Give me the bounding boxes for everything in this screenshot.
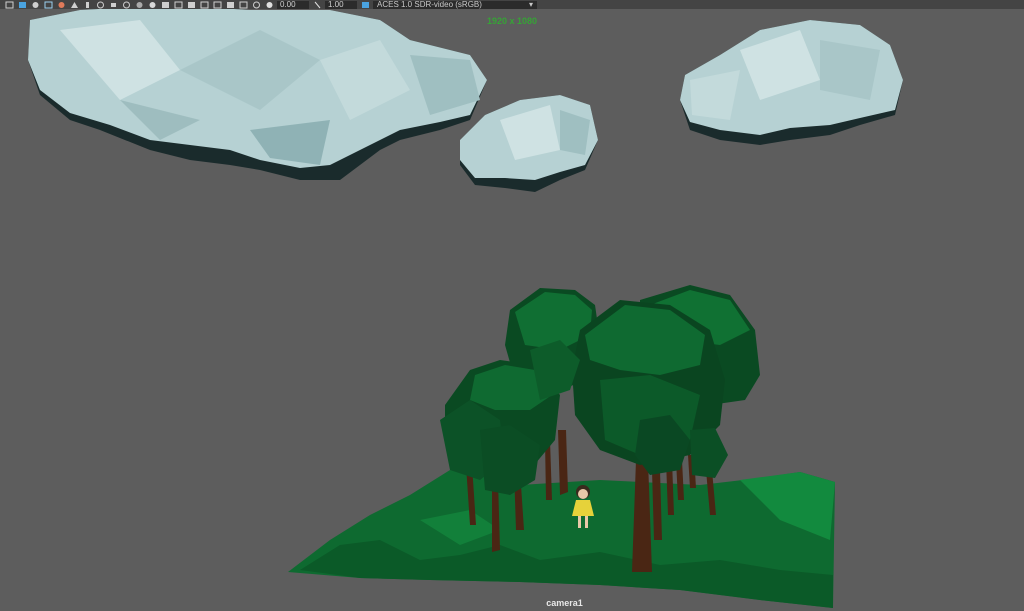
wireframe-icon[interactable] xyxy=(121,0,132,9)
cloud-large-left xyxy=(28,5,487,180)
gamma-icon xyxy=(312,0,323,9)
safe-action-icon[interactable] xyxy=(95,0,106,9)
camera-name-label: camera1 xyxy=(546,598,583,608)
aa-icon[interactable] xyxy=(238,0,249,9)
field-chart-icon[interactable] xyxy=(82,0,93,9)
shadows-icon[interactable] xyxy=(160,0,171,9)
exposure-field[interactable]: 0.00 xyxy=(277,0,309,9)
gamma-field[interactable]: 1.00 xyxy=(325,0,357,9)
cloud-small-middle xyxy=(460,95,598,192)
camera-attributes-icon[interactable] xyxy=(4,0,15,9)
colorspace-label: ACES 1.0 SDR-video (sRGB) xyxy=(377,0,482,9)
dof-icon[interactable] xyxy=(251,0,262,9)
xray-icon[interactable] xyxy=(199,0,210,9)
resolution-gate-label: 1920 x 1080 xyxy=(486,16,538,26)
exposure-icon xyxy=(264,0,275,9)
resolution-gate-icon[interactable] xyxy=(56,0,67,9)
colorspace-dropdown[interactable]: ACES 1.0 SDR-video (sRGB) ▾ xyxy=(373,0,537,9)
chevron-down-icon: ▾ xyxy=(528,0,533,9)
grid-icon[interactable] xyxy=(30,0,41,9)
image-plane-icon[interactable] xyxy=(17,0,28,9)
safe-title-icon[interactable] xyxy=(108,0,119,9)
backface-icon[interactable] xyxy=(225,0,236,9)
viewport-panel-toolbar: 0.00 1.00 ACES 1.0 SDR-video (sRGB) ▾ xyxy=(0,0,1024,9)
viewport-canvas[interactable] xyxy=(0,0,1024,611)
color-management-icon[interactable] xyxy=(360,0,371,9)
smooth-shade-icon[interactable] xyxy=(134,0,145,9)
lighting-icon[interactable] xyxy=(147,0,158,9)
texture-icon[interactable] xyxy=(173,0,184,9)
xray-joints-icon[interactable] xyxy=(212,0,223,9)
gate-mask-icon[interactable] xyxy=(69,0,80,9)
tree-canopies xyxy=(440,285,760,495)
isolate-icon[interactable] xyxy=(186,0,197,9)
cloud-right xyxy=(680,20,903,145)
film-gate-icon[interactable] xyxy=(43,0,54,9)
